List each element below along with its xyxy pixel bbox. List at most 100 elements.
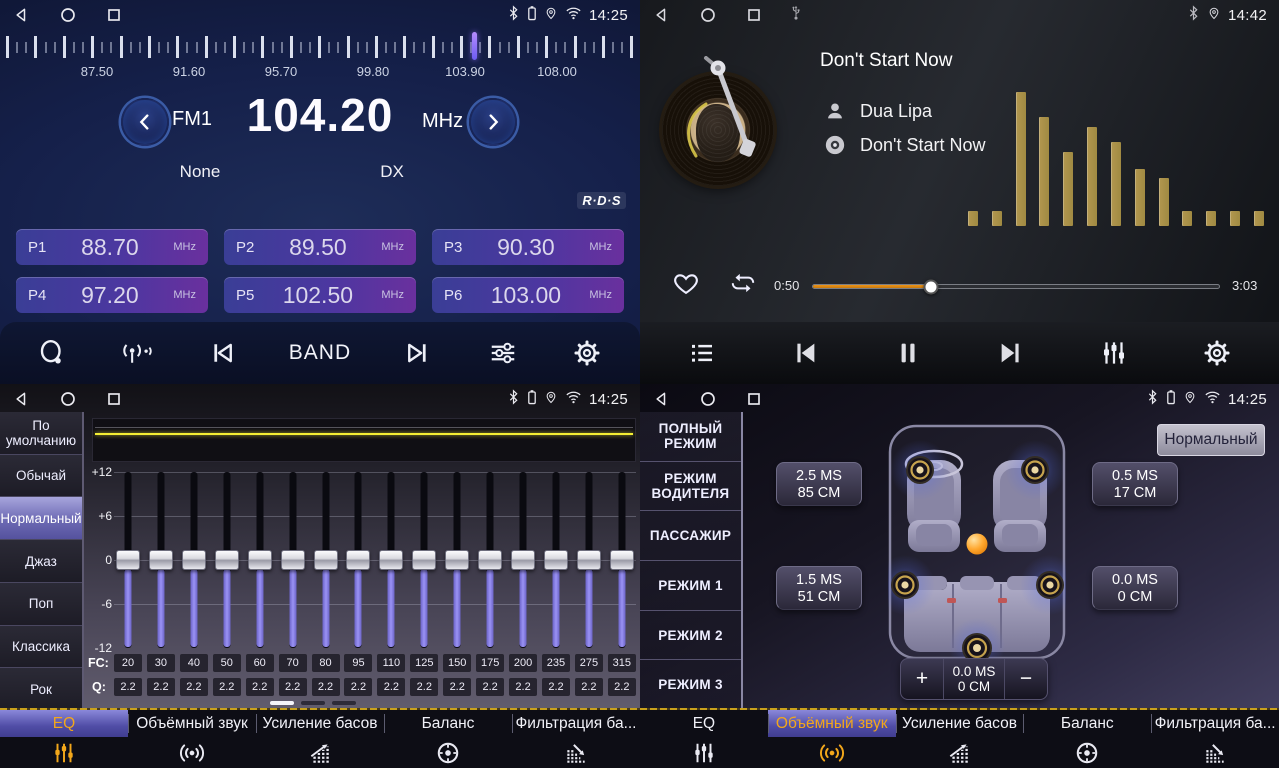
mode-driver[interactable]: РЕЖИМ ВОДИТЕЛЯ	[640, 462, 741, 512]
eq-band-slider[interactable]	[377, 472, 405, 648]
eq-band-slider[interactable]	[509, 472, 537, 648]
nav-back-button[interactable]	[12, 5, 32, 25]
tab-eq[interactable]: EQ	[640, 710, 768, 768]
nav-back-button[interactable]	[12, 389, 32, 409]
fc-value-chip[interactable]: 60	[246, 654, 274, 672]
front-right-delay-button[interactable]: 0.5 MS17 CM	[1092, 462, 1178, 506]
q-value-chip[interactable]: 2.2	[114, 678, 142, 696]
nav-home-button[interactable]	[58, 5, 78, 25]
fc-value-chip[interactable]: 30	[147, 654, 175, 672]
rear-right-delay-button[interactable]: 0.0 MS0 CM	[1092, 566, 1178, 610]
fc-value-chip[interactable]: 50	[213, 654, 241, 672]
slider-thumb[interactable]	[248, 550, 272, 570]
q-value-chip[interactable]: 2.2	[509, 678, 537, 696]
nav-recents-button[interactable]	[744, 389, 764, 409]
fc-value-chip[interactable]: 315	[608, 654, 636, 672]
tab-balance[interactable]: Баланс	[384, 710, 512, 768]
fc-value-chip[interactable]: 125	[410, 654, 438, 672]
q-value-chip[interactable]: 2.2	[213, 678, 241, 696]
fc-value-chip[interactable]: 175	[476, 654, 504, 672]
broadcast-button[interactable]	[107, 329, 167, 377]
slider-thumb[interactable]	[281, 550, 305, 570]
eq-preset-default[interactable]: По умолчанию	[0, 412, 82, 455]
fc-value-chip[interactable]: 275	[575, 654, 603, 672]
increase-delay-button[interactable]: +	[901, 659, 943, 699]
eq-preset-jazz[interactable]: Джаз	[0, 540, 82, 583]
fc-value-chip[interactable]: 110	[377, 654, 405, 672]
slider-thumb[interactable]	[478, 550, 502, 570]
eq-band-slider[interactable]	[279, 472, 307, 648]
fc-value-chip[interactable]: 200	[509, 654, 537, 672]
q-value-chip[interactable]: 2.2	[575, 678, 603, 696]
pause-button[interactable]	[878, 329, 938, 377]
preset-button-p3[interactable]: P390.30MHz	[432, 229, 624, 265]
q-value-chip[interactable]: 2.2	[410, 678, 438, 696]
mode-3[interactable]: РЕЖИМ 3	[640, 660, 741, 710]
eq-band-slider[interactable]	[180, 472, 208, 648]
eq-preset-normal[interactable]: Нормальный	[0, 497, 82, 540]
tab-bass-boost[interactable]: Усиление басов	[896, 710, 1024, 768]
eq-preset-classic[interactable]: Классика	[0, 626, 82, 669]
preset-button-p1[interactable]: P188.70MHz	[16, 229, 208, 265]
fc-value-chip[interactable]: 80	[312, 654, 340, 672]
slider-thumb[interactable]	[544, 550, 568, 570]
q-value-chip[interactable]: 2.2	[312, 678, 340, 696]
q-value-chip[interactable]: 2.2	[180, 678, 208, 696]
nav-recents-button[interactable]	[104, 5, 124, 25]
preset-button-p4[interactable]: P497.20MHz	[16, 277, 208, 313]
eq-preset-pop[interactable]: Поп	[0, 583, 82, 626]
slider-thumb[interactable]	[610, 550, 634, 570]
eq-band-slider[interactable]	[312, 472, 340, 648]
q-value-chip[interactable]: 2.2	[377, 678, 405, 696]
tab-surround[interactable]: Объёмный звук	[768, 710, 896, 768]
next-track-button[interactable]	[981, 329, 1041, 377]
fc-value-chip[interactable]: 150	[443, 654, 471, 672]
q-value-chip[interactable]: 2.2	[608, 678, 636, 696]
eq-band-slider[interactable]	[213, 472, 241, 648]
tab-crossover[interactable]: Фильтрация ба...	[512, 710, 640, 768]
progress-bar[interactable]	[812, 284, 1220, 289]
playlist-button[interactable]	[672, 329, 732, 377]
eq-preset-rock[interactable]: Рок	[0, 668, 82, 710]
tab-eq[interactable]: EQ	[0, 710, 128, 768]
tab-surround[interactable]: Объёмный звук	[128, 710, 256, 768]
sound-preset-button[interactable]: Нормальный	[1157, 424, 1265, 456]
slider-thumb[interactable]	[511, 550, 535, 570]
eq-preset-custom[interactable]: Обычай	[0, 455, 82, 498]
audio-settings-button[interactable]	[473, 329, 533, 377]
slider-thumb[interactable]	[346, 550, 370, 570]
decrease-delay-button[interactable]: −	[1005, 659, 1047, 699]
preset-button-p5[interactable]: P5102.50MHz	[224, 277, 416, 313]
fc-value-chip[interactable]: 40	[180, 654, 208, 672]
equalizer-button[interactable]	[1084, 329, 1144, 377]
preset-button-p6[interactable]: P6103.00MHz	[432, 277, 624, 313]
slider-thumb[interactable]	[182, 550, 206, 570]
eq-band-slider[interactable]	[147, 472, 175, 648]
slider-thumb[interactable]	[379, 550, 403, 570]
frequency-dial[interactable]: 87.50 91.60 95.70 99.80 103.90 108.00	[0, 34, 640, 82]
nav-recents-button[interactable]	[744, 5, 764, 25]
slider-thumb[interactable]	[314, 550, 338, 570]
slider-thumb[interactable]	[149, 550, 173, 570]
slider-thumb[interactable]	[445, 550, 469, 570]
previous-station-button[interactable]	[192, 329, 252, 377]
scan-search-button[interactable]	[22, 329, 82, 377]
front-left-delay-button[interactable]: 2.5 MS85 CM	[776, 462, 862, 506]
slider-thumb[interactable]	[116, 550, 140, 570]
q-value-chip[interactable]: 2.2	[476, 678, 504, 696]
tune-up-button[interactable]	[469, 98, 517, 146]
fc-value-chip[interactable]: 95	[344, 654, 372, 672]
eq-band-slider[interactable]	[542, 472, 570, 648]
fc-value-chip[interactable]: 70	[279, 654, 307, 672]
eq-band-slider[interactable]	[410, 472, 438, 648]
q-value-chip[interactable]: 2.2	[443, 678, 471, 696]
eq-band-slider[interactable]	[476, 472, 504, 648]
eq-band-slider[interactable]	[114, 472, 142, 648]
mode-passenger[interactable]: ПАССАЖИР	[640, 511, 741, 561]
preset-button-p2[interactable]: P289.50MHz	[224, 229, 416, 265]
eq-band-slider[interactable]	[344, 472, 372, 648]
nav-home-button[interactable]	[698, 389, 718, 409]
settings-button[interactable]	[1187, 329, 1247, 377]
previous-track-button[interactable]	[775, 329, 835, 377]
nav-back-button[interactable]	[652, 5, 672, 25]
